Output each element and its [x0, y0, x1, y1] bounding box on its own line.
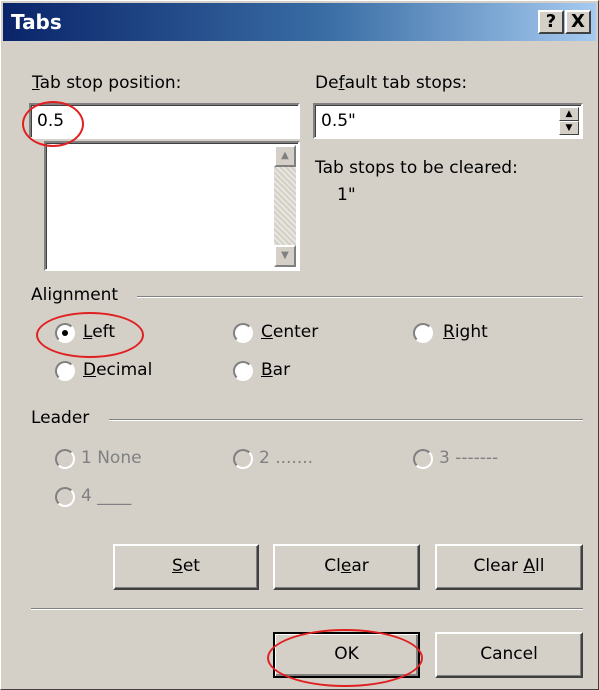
tab-stop-position-label: Tab stop position: [32, 73, 182, 93]
tab-stops-to-be-cleared-label: Tab stops to be cleared: [315, 158, 518, 178]
tab-stop-list[interactable]: ▲ ▼ [44, 141, 300, 271]
tab-stops-to-be-cleared-value: 1" [337, 185, 356, 205]
spin-up-icon[interactable]: ▲ [559, 107, 579, 121]
radio-center-label[interactable]: Center [261, 322, 318, 342]
radio-leader-4-label[interactable]: 4 ____ [81, 486, 131, 506]
scroll-down-button[interactable]: ▼ [274, 245, 296, 267]
default-tab-stops-spinner[interactable]: 0.5" ▲ ▼ [313, 103, 583, 139]
title-bar[interactable]: Tabs ? X [3, 3, 596, 41]
default-tab-stops-value: 0.5" [321, 111, 356, 131]
radio-center[interactable] [233, 323, 253, 343]
radio-leader-2-label[interactable]: 2 ....... [259, 448, 313, 468]
list-scrollbar[interactable]: ▲ ▼ [274, 145, 296, 267]
annotation-circle-ok [267, 629, 423, 687]
alignment-heading: Alignment [31, 285, 119, 305]
radio-right-label[interactable]: Right [443, 322, 488, 342]
radio-leader-3[interactable] [413, 449, 433, 469]
default-tab-stops-label: Default tab stops: [315, 73, 468, 93]
cancel-button[interactable]: Cancel [435, 632, 583, 678]
radio-bar[interactable] [233, 361, 253, 381]
scroll-up-button[interactable]: ▲ [274, 145, 296, 167]
close-button[interactable]: X [565, 10, 591, 34]
clear-button[interactable]: Clear [273, 544, 420, 590]
radio-leader-4[interactable] [55, 487, 75, 507]
radio-decimal-label[interactable]: Decimal [83, 360, 152, 380]
radio-leader-2[interactable] [233, 449, 253, 469]
annotation-circle-position [22, 101, 84, 147]
radio-leader-3-label[interactable]: 3 ------- [439, 448, 498, 468]
radio-decimal[interactable] [55, 361, 75, 381]
clear-all-button[interactable]: Clear All [435, 544, 583, 590]
alignment-divider [137, 296, 583, 298]
annotation-circle-left [36, 312, 144, 358]
radio-leader-1-label[interactable]: 1 None [81, 448, 142, 468]
radio-leader-1[interactable] [55, 449, 75, 469]
help-button[interactable]: ? [538, 10, 564, 34]
radio-right[interactable] [413, 323, 433, 343]
leader-heading: Leader [31, 408, 90, 428]
set-button[interactable]: Set [113, 544, 259, 590]
spin-buttons[interactable]: ▲ ▼ [559, 107, 579, 135]
button-separator [31, 608, 583, 610]
spin-down-icon[interactable]: ▼ [559, 121, 579, 135]
window-title: Tabs [11, 10, 62, 34]
tabs-dialog: Tabs ? X Tab stop position: 0.5 ▲ ▼ Defa… [0, 0, 599, 690]
leader-divider [109, 419, 583, 421]
radio-bar-label[interactable]: Bar [261, 360, 290, 380]
